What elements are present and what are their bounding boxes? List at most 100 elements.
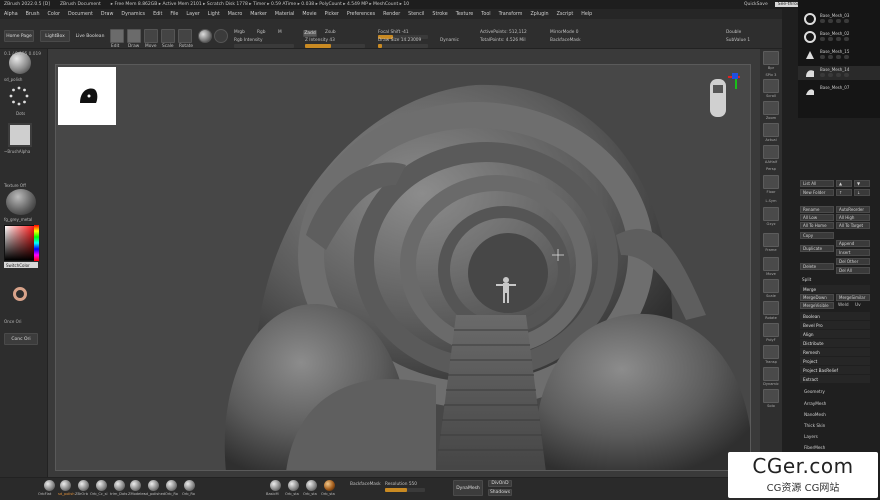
subtool-controls[interactable] bbox=[820, 19, 870, 23]
menu-draw[interactable]: Draw bbox=[101, 12, 114, 17]
navigation-gizmo[interactable] bbox=[696, 71, 746, 123]
material-ball-icon[interactable] bbox=[96, 480, 107, 491]
merge-section[interactable]: Merge bbox=[800, 285, 870, 293]
lsym-label[interactable]: L.Sym bbox=[761, 199, 781, 203]
menu-stroke[interactable]: Stroke bbox=[432, 12, 447, 17]
material-ball-icon[interactable] bbox=[114, 480, 125, 491]
draw-size-slider[interactable] bbox=[378, 44, 428, 48]
m-toggle[interactable]: M bbox=[278, 30, 282, 35]
zoom-icon[interactable] bbox=[763, 101, 779, 115]
double-toggle[interactable]: Double bbox=[726, 30, 741, 35]
dynamic-toggle[interactable]: Dynamic bbox=[440, 38, 459, 43]
menu-brush[interactable]: Brush bbox=[26, 12, 40, 17]
solo-icon[interactable] bbox=[763, 389, 779, 403]
zadd-button[interactable]: Zadd bbox=[303, 30, 317, 37]
material-ball-icon[interactable] bbox=[306, 480, 317, 491]
subtool-item[interactable]: Base_Mesh_15 bbox=[798, 48, 880, 62]
color-picker[interactable] bbox=[4, 225, 38, 261]
menu-alpha[interactable]: Alpha bbox=[4, 12, 18, 17]
material-sphere-icon[interactable] bbox=[198, 29, 212, 43]
material-ball-icon[interactable] bbox=[324, 480, 335, 491]
subtool-item[interactable]: Base_Mesh_02 bbox=[798, 30, 880, 44]
uv-toggle[interactable]: Uv bbox=[855, 303, 861, 308]
material-ball-icon[interactable] bbox=[44, 480, 55, 491]
conc-ori-button[interactable]: Conc Ori bbox=[4, 333, 38, 345]
stroke-dots-icon[interactable] bbox=[8, 85, 30, 107]
live-boolean-button[interactable]: Live Boolean bbox=[74, 30, 106, 42]
navigator-thumbnail[interactable] bbox=[58, 67, 116, 125]
brush-swirl-icon[interactable] bbox=[214, 29, 228, 43]
subtool-item[interactable]: Base_Mesh_03 bbox=[798, 12, 880, 26]
polyf-icon[interactable] bbox=[763, 323, 779, 337]
move-icon[interactable] bbox=[763, 257, 779, 271]
rename-button[interactable]: Rename bbox=[800, 206, 834, 213]
subtool-item-selected[interactable]: Base_Mesh_14 bbox=[798, 66, 880, 80]
menu-document[interactable]: Document bbox=[68, 12, 93, 17]
move-bottom-arrow-icon[interactable]: ↓ bbox=[854, 189, 870, 196]
all-to-target-button[interactable]: All To Target bbox=[836, 222, 870, 229]
quicksave-button[interactable]: QuickSave bbox=[741, 2, 771, 7]
layers-section[interactable]: Layers bbox=[804, 434, 818, 439]
autoreorder-button[interactable]: AutoReorder bbox=[836, 206, 870, 213]
project-section[interactable]: Project bbox=[800, 357, 870, 365]
home-page-button[interactable]: Home Page bbox=[4, 30, 34, 42]
transp-icon[interactable] bbox=[763, 345, 779, 359]
menu-marker[interactable]: Marker bbox=[250, 12, 267, 17]
material-ball-icon[interactable] bbox=[270, 480, 281, 491]
rgb-intensity-slider[interactable] bbox=[234, 44, 294, 48]
subtool-controls[interactable] bbox=[820, 73, 870, 77]
material-ball-icon[interactable] bbox=[60, 480, 71, 491]
all-high-button[interactable]: All High bbox=[836, 214, 870, 221]
split-section[interactable]: Split bbox=[802, 277, 811, 282]
mrgb-toggle[interactable]: Mrgb bbox=[234, 30, 245, 35]
menu-transform[interactable]: Transform bbox=[499, 12, 523, 17]
copy-button[interactable]: Copy bbox=[800, 232, 834, 239]
align-section[interactable]: Align bbox=[800, 330, 870, 338]
menu-dynamics[interactable]: Dynamics bbox=[121, 12, 145, 17]
ring-icon[interactable] bbox=[13, 287, 27, 301]
menu-stencil[interactable]: Stencil bbox=[408, 12, 424, 17]
menu-tool[interactable]: Tool bbox=[481, 12, 490, 17]
boolean-section[interactable]: Boolean bbox=[800, 312, 870, 320]
menu-material[interactable]: Material bbox=[275, 12, 295, 17]
draw-mode-button[interactable] bbox=[127, 29, 141, 43]
menu-color[interactable]: Color bbox=[47, 12, 60, 17]
distribute-section[interactable]: Distribute bbox=[800, 339, 870, 347]
material-ball-icon[interactable] bbox=[166, 480, 177, 491]
floor-icon[interactable] bbox=[763, 175, 779, 189]
dynamic-icon[interactable] bbox=[763, 367, 779, 381]
menu-preferences[interactable]: Preferences bbox=[347, 12, 375, 17]
shadows-button[interactable]: Shadows bbox=[488, 489, 512, 496]
material-ball-icon[interactable] bbox=[184, 480, 195, 491]
move-top-arrow-icon[interactable]: ↑ bbox=[836, 189, 852, 196]
subtool-controls[interactable] bbox=[820, 37, 870, 41]
backface-mask-toggle[interactable]: BackfaceMask bbox=[550, 38, 581, 43]
scale-icon[interactable] bbox=[763, 279, 779, 293]
material-ball-icon[interactable] bbox=[130, 480, 141, 491]
mergevisible-button[interactable]: MergeVisible bbox=[800, 302, 834, 309]
menu-render[interactable]: Render bbox=[383, 12, 400, 17]
zsub-button[interactable]: Zsub bbox=[325, 30, 336, 35]
duplicate-button[interactable]: Duplicate bbox=[800, 245, 834, 252]
edit-mode-button[interactable] bbox=[110, 29, 124, 43]
scroll-icon[interactable] bbox=[763, 79, 779, 93]
move-mode-button[interactable] bbox=[144, 29, 158, 43]
menu-file[interactable]: File bbox=[170, 12, 178, 17]
resolution-slider[interactable] bbox=[385, 488, 425, 492]
delete-button[interactable]: Delete bbox=[800, 263, 834, 270]
material-ball-icon[interactable] bbox=[148, 480, 159, 491]
del-other-button[interactable]: Del Other bbox=[836, 258, 870, 265]
actual-icon[interactable] bbox=[763, 123, 779, 137]
menu-movie[interactable]: Movie bbox=[302, 12, 316, 17]
arraymesh-section[interactable]: ArrayMesh bbox=[804, 401, 826, 406]
menu-picker[interactable]: Picker bbox=[325, 12, 339, 17]
alpha-preview-icon[interactable] bbox=[8, 123, 32, 147]
bpr-button[interactable] bbox=[763, 51, 779, 65]
project-basrelief-section[interactable]: Project BasRelief bbox=[800, 366, 870, 374]
groups-button[interactable]: DivOnD bbox=[488, 480, 512, 487]
geometry-section[interactable]: Geometry bbox=[804, 389, 825, 394]
z-intensity-slider[interactable] bbox=[305, 44, 365, 48]
mergedown-button[interactable]: MergeDown bbox=[800, 294, 834, 301]
weld-toggle[interactable]: Weld bbox=[838, 303, 849, 308]
persp-label[interactable]: Persp bbox=[761, 167, 781, 171]
